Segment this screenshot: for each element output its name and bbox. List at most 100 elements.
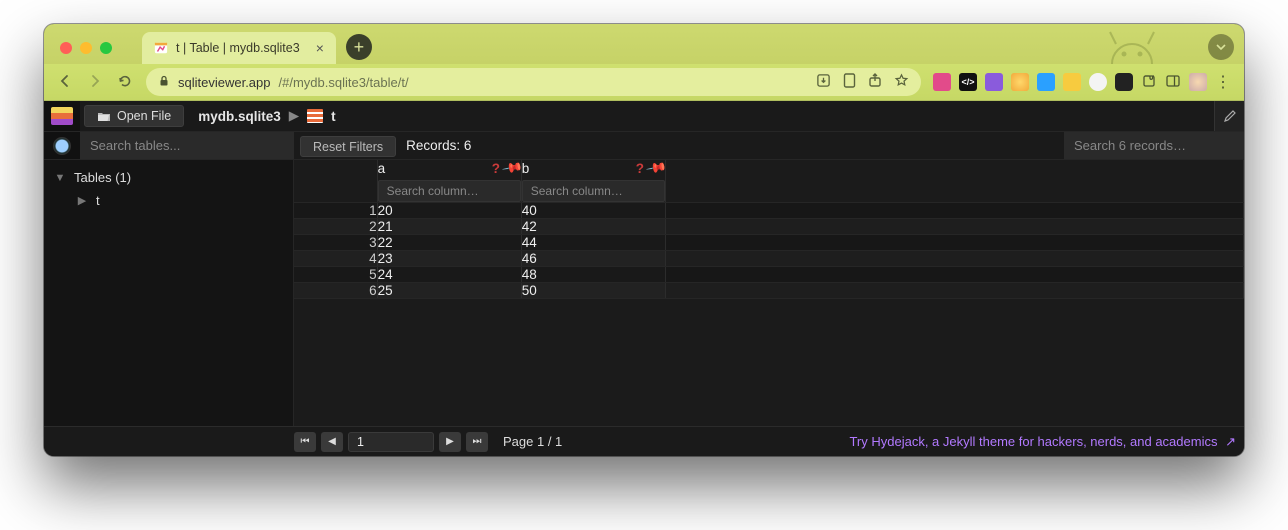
tab-favicon-icon xyxy=(154,41,168,55)
extensions-puzzle-icon[interactable] xyxy=(1141,73,1157,92)
extension-icon[interactable] xyxy=(933,73,951,91)
search-records-input[interactable] xyxy=(1064,132,1244,159)
extension-icon[interactable] xyxy=(1037,73,1055,91)
extension-icon[interactable] xyxy=(1115,73,1133,91)
back-button[interactable] xyxy=(56,73,74,92)
extension-icon[interactable]: </> xyxy=(959,73,977,91)
pager-last-button[interactable]: ⏭ xyxy=(466,432,488,452)
pager-first-button[interactable]: ⏮ xyxy=(294,432,316,452)
table-row[interactable]: 62550 xyxy=(294,283,1244,299)
sidebar-item-t[interactable]: ▶ t xyxy=(44,189,293,212)
pager-prev-button[interactable]: ◀ xyxy=(321,432,343,452)
url-host: sqliteviewer.app xyxy=(178,75,271,90)
app-header: Open File mydb.sqlite3 ▶ t xyxy=(44,101,1244,131)
chevron-down-icon xyxy=(1215,41,1227,53)
row-number: 1 xyxy=(294,203,377,219)
breadcrumb-arrow-icon: ▶ xyxy=(289,108,299,124)
cell-filler xyxy=(665,219,1243,235)
sidebar: ▼ Tables (1) ▶ t xyxy=(44,160,294,426)
sidebar-icon-strip xyxy=(44,132,80,159)
tab-close-icon[interactable]: × xyxy=(316,40,324,56)
browser-tab[interactable]: t | Table | mydb.sqlite3 × xyxy=(142,32,336,64)
pencil-icon xyxy=(1223,109,1237,123)
column-search-input[interactable] xyxy=(378,180,521,202)
row-number: 2 xyxy=(294,219,377,235)
extension-icon[interactable] xyxy=(1089,73,1107,91)
profile-avatar-icon[interactable] xyxy=(1189,73,1207,91)
circle-icon[interactable] xyxy=(53,137,71,155)
sidebar-root-label: Tables (1) xyxy=(74,170,131,185)
app-subheader: Reset Filters Records: 6 xyxy=(44,131,1244,160)
data-grid[interactable]: a ? 📌 b ? 📌 xyxy=(294,160,1244,426)
cell-a[interactable]: 25 xyxy=(377,283,521,299)
lock-icon xyxy=(158,75,170,90)
browser-toolbar: sqliteviewer.app/#/mydb.sqlite3/table/t/… xyxy=(44,64,1244,101)
footer-promo-link[interactable]: Try Hydejack, a Jekyll theme for hackers… xyxy=(849,434,1236,450)
browser-window: t | Table | mydb.sqlite3 × + xyxy=(44,24,1244,456)
records-count: Records: 6 xyxy=(402,132,471,159)
column-header-a[interactable]: a ? 📌 xyxy=(377,160,521,203)
pager-page-input[interactable] xyxy=(348,432,434,452)
side-panel-icon[interactable] xyxy=(1165,73,1181,92)
open-file-button[interactable]: Open File xyxy=(84,105,184,127)
pager-label: Page 1 / 1 xyxy=(503,434,562,449)
chrome-menu-icon[interactable]: ⋮ xyxy=(1215,72,1232,92)
table-row[interactable]: 32244 xyxy=(294,235,1244,251)
table-icon xyxy=(307,109,323,123)
close-window-icon[interactable] xyxy=(60,42,72,54)
new-tab-button[interactable]: + xyxy=(346,34,372,60)
pin-icon[interactable]: 📌 xyxy=(645,160,668,179)
cell-b[interactable]: 40 xyxy=(521,203,665,219)
search-tables-field[interactable] xyxy=(80,132,294,159)
bookmark-star-icon[interactable] xyxy=(894,73,909,91)
column-header-b[interactable]: b ? 📌 xyxy=(521,160,665,203)
forward-button[interactable] xyxy=(86,73,104,92)
column-type-unknown-icon[interactable]: ? xyxy=(492,161,500,176)
header-action-button[interactable] xyxy=(1214,101,1244,131)
address-bar[interactable]: sqliteviewer.app/#/mydb.sqlite3/table/t/ xyxy=(146,68,921,96)
reset-filters-label: Reset Filters xyxy=(313,140,383,154)
cell-a[interactable]: 21 xyxy=(377,219,521,235)
table-row[interactable]: 52448 xyxy=(294,267,1244,283)
reset-filters-button[interactable]: Reset Filters xyxy=(300,136,396,157)
row-number: 5 xyxy=(294,267,377,283)
breadcrumb-db[interactable]: mydb.sqlite3 xyxy=(198,109,281,124)
open-file-label: Open File xyxy=(117,109,171,123)
cell-filler xyxy=(665,251,1243,267)
sidebar-item-label: t xyxy=(96,193,100,208)
pin-icon[interactable]: 📌 xyxy=(501,160,524,179)
cell-b[interactable]: 44 xyxy=(521,235,665,251)
extension-icon[interactable] xyxy=(985,73,1003,91)
tab-overflow-button[interactable] xyxy=(1208,34,1234,60)
reader-icon[interactable] xyxy=(843,73,856,91)
cell-a[interactable]: 24 xyxy=(377,267,521,283)
install-app-icon[interactable] xyxy=(816,73,831,91)
reload-button[interactable] xyxy=(116,73,134,92)
cell-a[interactable]: 20 xyxy=(377,203,521,219)
maximize-window-icon[interactable] xyxy=(100,42,112,54)
cell-b[interactable]: 50 xyxy=(521,283,665,299)
cell-a[interactable]: 23 xyxy=(377,251,521,267)
row-number: 3 xyxy=(294,235,377,251)
search-records-field[interactable] xyxy=(1064,132,1244,159)
sidebar-root-tables[interactable]: ▼ Tables (1) xyxy=(44,166,293,189)
search-tables-input[interactable] xyxy=(80,132,294,159)
folder-open-icon xyxy=(97,110,111,122)
table-row[interactable]: 12040 xyxy=(294,203,1244,219)
app-footer: ⏮ ◀ ▶ ⏭ Page 1 / 1 Try Hydejack, a Jekyl… xyxy=(44,426,1244,456)
minimize-window-icon[interactable] xyxy=(80,42,92,54)
column-search-input[interactable] xyxy=(522,180,665,202)
cell-a[interactable]: 22 xyxy=(377,235,521,251)
pager-next-button[interactable]: ▶ xyxy=(439,432,461,452)
table-row[interactable]: 22142 xyxy=(294,219,1244,235)
row-number: 6 xyxy=(294,283,377,299)
column-type-unknown-icon[interactable]: ? xyxy=(636,161,644,176)
breadcrumb: mydb.sqlite3 ▶ t xyxy=(184,101,335,131)
cell-b[interactable]: 42 xyxy=(521,219,665,235)
cell-b[interactable]: 48 xyxy=(521,267,665,283)
cell-b[interactable]: 46 xyxy=(521,251,665,267)
share-icon[interactable] xyxy=(868,73,882,91)
extension-icon[interactable] xyxy=(1063,73,1081,91)
table-row[interactable]: 42346 xyxy=(294,251,1244,267)
extension-icon[interactable] xyxy=(1011,73,1029,91)
